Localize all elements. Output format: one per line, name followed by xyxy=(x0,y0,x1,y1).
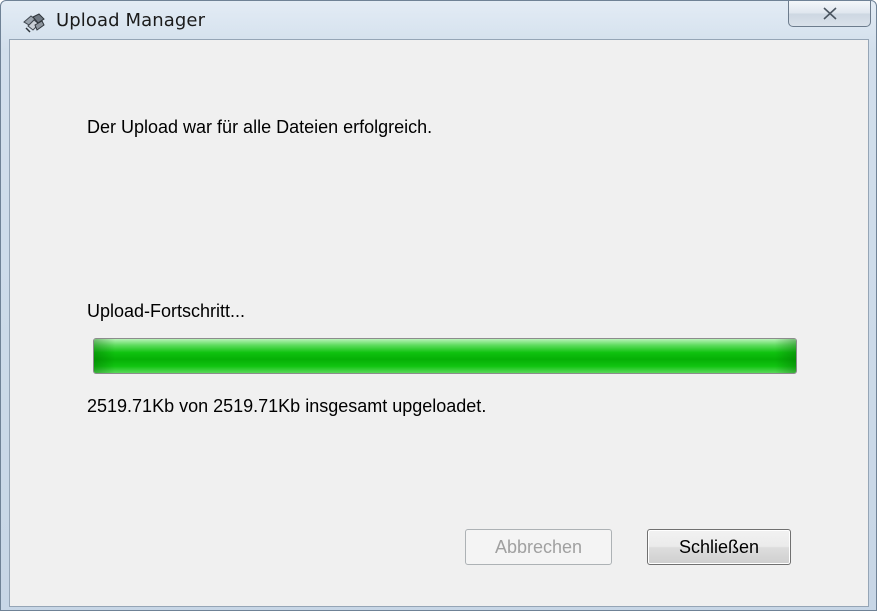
progress-label: Upload-Fortschritt... xyxy=(87,301,246,321)
close-window-button[interactable] xyxy=(788,1,871,27)
progress-fill xyxy=(94,339,796,373)
close-button[interactable]: Schließen xyxy=(647,529,791,565)
title-bar[interactable]: Upload Manager xyxy=(1,1,876,39)
cancel-button[interactable]: Abbrechen xyxy=(465,529,612,565)
status-message: Der Upload war für alle Dateien erfolgre… xyxy=(87,117,433,137)
upload-progress-bar xyxy=(93,338,797,374)
upload-manager-icon xyxy=(22,13,46,35)
window-title: Upload Manager xyxy=(56,10,206,31)
progress-status-text: 2519.71Kb von 2519.71Kb insgesamt upgelo… xyxy=(87,396,487,416)
